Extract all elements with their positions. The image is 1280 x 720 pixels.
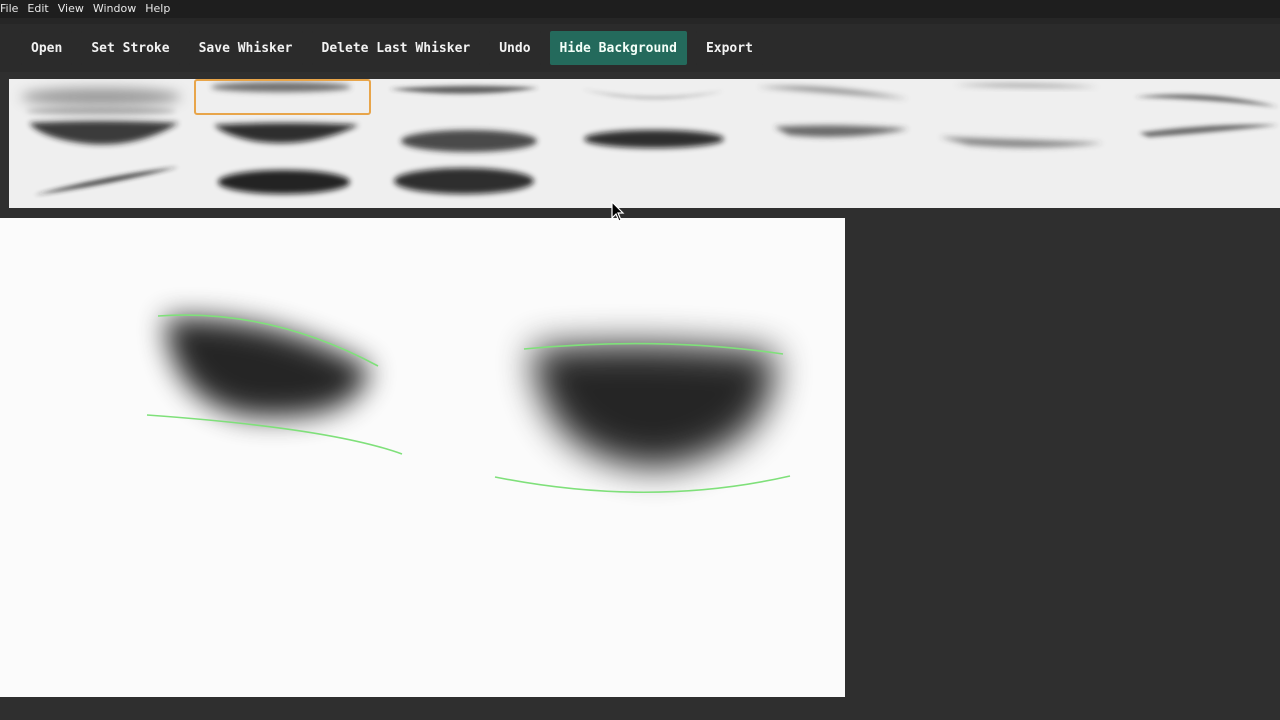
whisker-right[interactable] bbox=[494, 342, 791, 494]
whisker-left[interactable] bbox=[146, 314, 403, 455]
menu-view[interactable]: View bbox=[58, 0, 89, 18]
whisker-thumbnail[interactable] bbox=[757, 86, 909, 99]
delete-last-whisker-button[interactable]: Delete Last Whisker bbox=[311, 31, 481, 65]
whisker-thumbnail[interactable] bbox=[774, 125, 909, 137]
whisker-thumbnail[interactable] bbox=[954, 83, 1099, 88]
undo-button[interactable]: Undo bbox=[489, 31, 541, 65]
whisker-thumbnail[interactable] bbox=[21, 88, 181, 115]
menu-help[interactable]: Help bbox=[145, 0, 175, 18]
guide-curve-bottom-left bbox=[146, 414, 403, 455]
toolbar: Open Set Stroke Save Whisker Delete Last… bbox=[0, 24, 1280, 72]
whisker-thumbnail[interactable] bbox=[584, 130, 724, 148]
arrow-cursor-icon bbox=[611, 201, 625, 222]
menu-file[interactable]: File bbox=[0, 0, 23, 18]
menu-bar: File Edit View Window Help bbox=[0, 0, 1280, 18]
whisker-thumbnail[interactable] bbox=[29, 121, 179, 145]
whisker-thumbnail[interactable] bbox=[1134, 94, 1279, 107]
export-button[interactable]: Export bbox=[695, 31, 763, 65]
whisker-thumbnail[interactable] bbox=[581, 89, 724, 99]
whisker-thumbnail[interactable] bbox=[401, 130, 537, 152]
whisker-thumbnail[interactable] bbox=[939, 137, 1104, 148]
selected-thumbnail-outline bbox=[194, 79, 371, 115]
whisker-thumbnail[interactable] bbox=[218, 170, 350, 194]
drawing-canvas[interactable] bbox=[0, 218, 845, 697]
guide-curve-bottom-right bbox=[494, 475, 791, 494]
set-stroke-button[interactable]: Set Stroke bbox=[81, 31, 180, 65]
save-whisker-button[interactable]: Save Whisker bbox=[188, 31, 303, 65]
hide-background-button[interactable]: Hide Background bbox=[549, 31, 687, 65]
whisker-thumbnail[interactable] bbox=[394, 168, 534, 194]
whisker-thumbnail[interactable] bbox=[214, 123, 359, 143]
whisker-thumbnail[interactable] bbox=[34, 167, 179, 195]
whisker-thumbnail[interactable] bbox=[389, 85, 539, 94]
open-button[interactable]: Open bbox=[21, 31, 73, 65]
menu-window[interactable]: Window bbox=[93, 0, 141, 18]
whisker-thumbnail[interactable] bbox=[1139, 124, 1279, 137]
whisker-gallery bbox=[9, 79, 1280, 208]
menu-edit[interactable]: Edit bbox=[27, 0, 53, 18]
canvas-drawing bbox=[146, 314, 791, 494]
